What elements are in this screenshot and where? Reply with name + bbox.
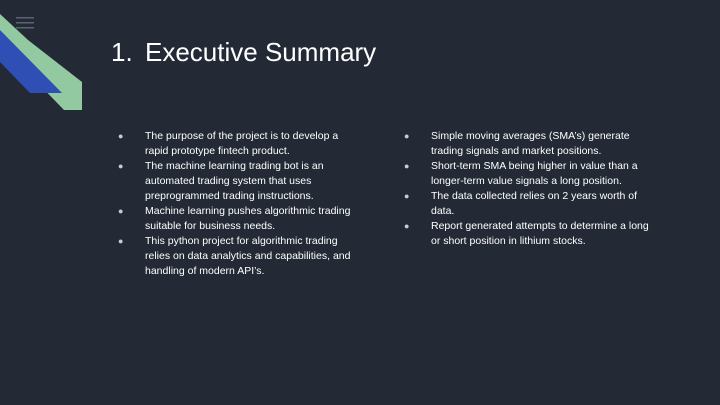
bullet-icon: ● bbox=[118, 206, 124, 216]
right-bullet-item: ● The data collected relies on 2 years wo… bbox=[404, 189, 654, 219]
bullet-icon: ● bbox=[118, 236, 124, 246]
bullet-icon: ● bbox=[404, 161, 410, 171]
left-bullet-item: ● The purpose of the project is to develo… bbox=[118, 129, 358, 159]
bullet-icon: ● bbox=[118, 131, 124, 141]
left-bullet-list: ● The purpose of the project is to develo… bbox=[118, 129, 358, 279]
decorative-corner-shapes bbox=[0, 14, 82, 110]
bullet-icon: ● bbox=[404, 131, 410, 141]
hamburger-menu-icon[interactable] bbox=[16, 16, 34, 30]
left-bullet-item: ● Machine learning pushes algorithmic tra… bbox=[118, 204, 358, 234]
bullet-icon: ● bbox=[404, 221, 410, 231]
right-bullet-item: ● Report generated attempts to determine … bbox=[404, 219, 654, 249]
right-bullet-item: ● Simple moving averages (SMA’s) generate… bbox=[404, 129, 654, 159]
slide-title: 1. Executive Summary bbox=[111, 34, 376, 70]
bullet-text: The data collected relies on 2 years wor… bbox=[431, 190, 638, 217]
right-bullet-item: ● Short-term SMA being higher in value th… bbox=[404, 159, 654, 189]
bullet-text: Machine learning pushes algorithmic trad… bbox=[145, 205, 351, 232]
bullet-text: Report generated attempts to determine a… bbox=[431, 220, 649, 247]
left-bullet-item: ● The machine learning trading bot is an … bbox=[118, 159, 358, 204]
bullet-icon: ● bbox=[404, 191, 410, 201]
bullet-text: This python project for algorithmic trad… bbox=[145, 235, 351, 277]
bullet-text: The machine learning trading bot is an a… bbox=[145, 160, 324, 202]
right-bullet-list: ● Simple moving averages (SMA’s) generate… bbox=[404, 129, 654, 249]
slide-title-number: 1. bbox=[111, 37, 133, 67]
left-bullet-item: ● This python project for algorithmic tra… bbox=[118, 234, 358, 279]
bullet-text: The purpose of the project is to develop… bbox=[145, 130, 339, 157]
bullet-text: Simple moving averages (SMA’s) generate … bbox=[431, 130, 630, 157]
slide: 1. Executive Summary ● The purpose of the … bbox=[0, 0, 720, 405]
bullet-icon: ● bbox=[118, 161, 124, 171]
bullet-text: Short-term SMA being higher in value tha… bbox=[431, 160, 638, 187]
slide-title-text: Executive Summary bbox=[145, 37, 377, 67]
